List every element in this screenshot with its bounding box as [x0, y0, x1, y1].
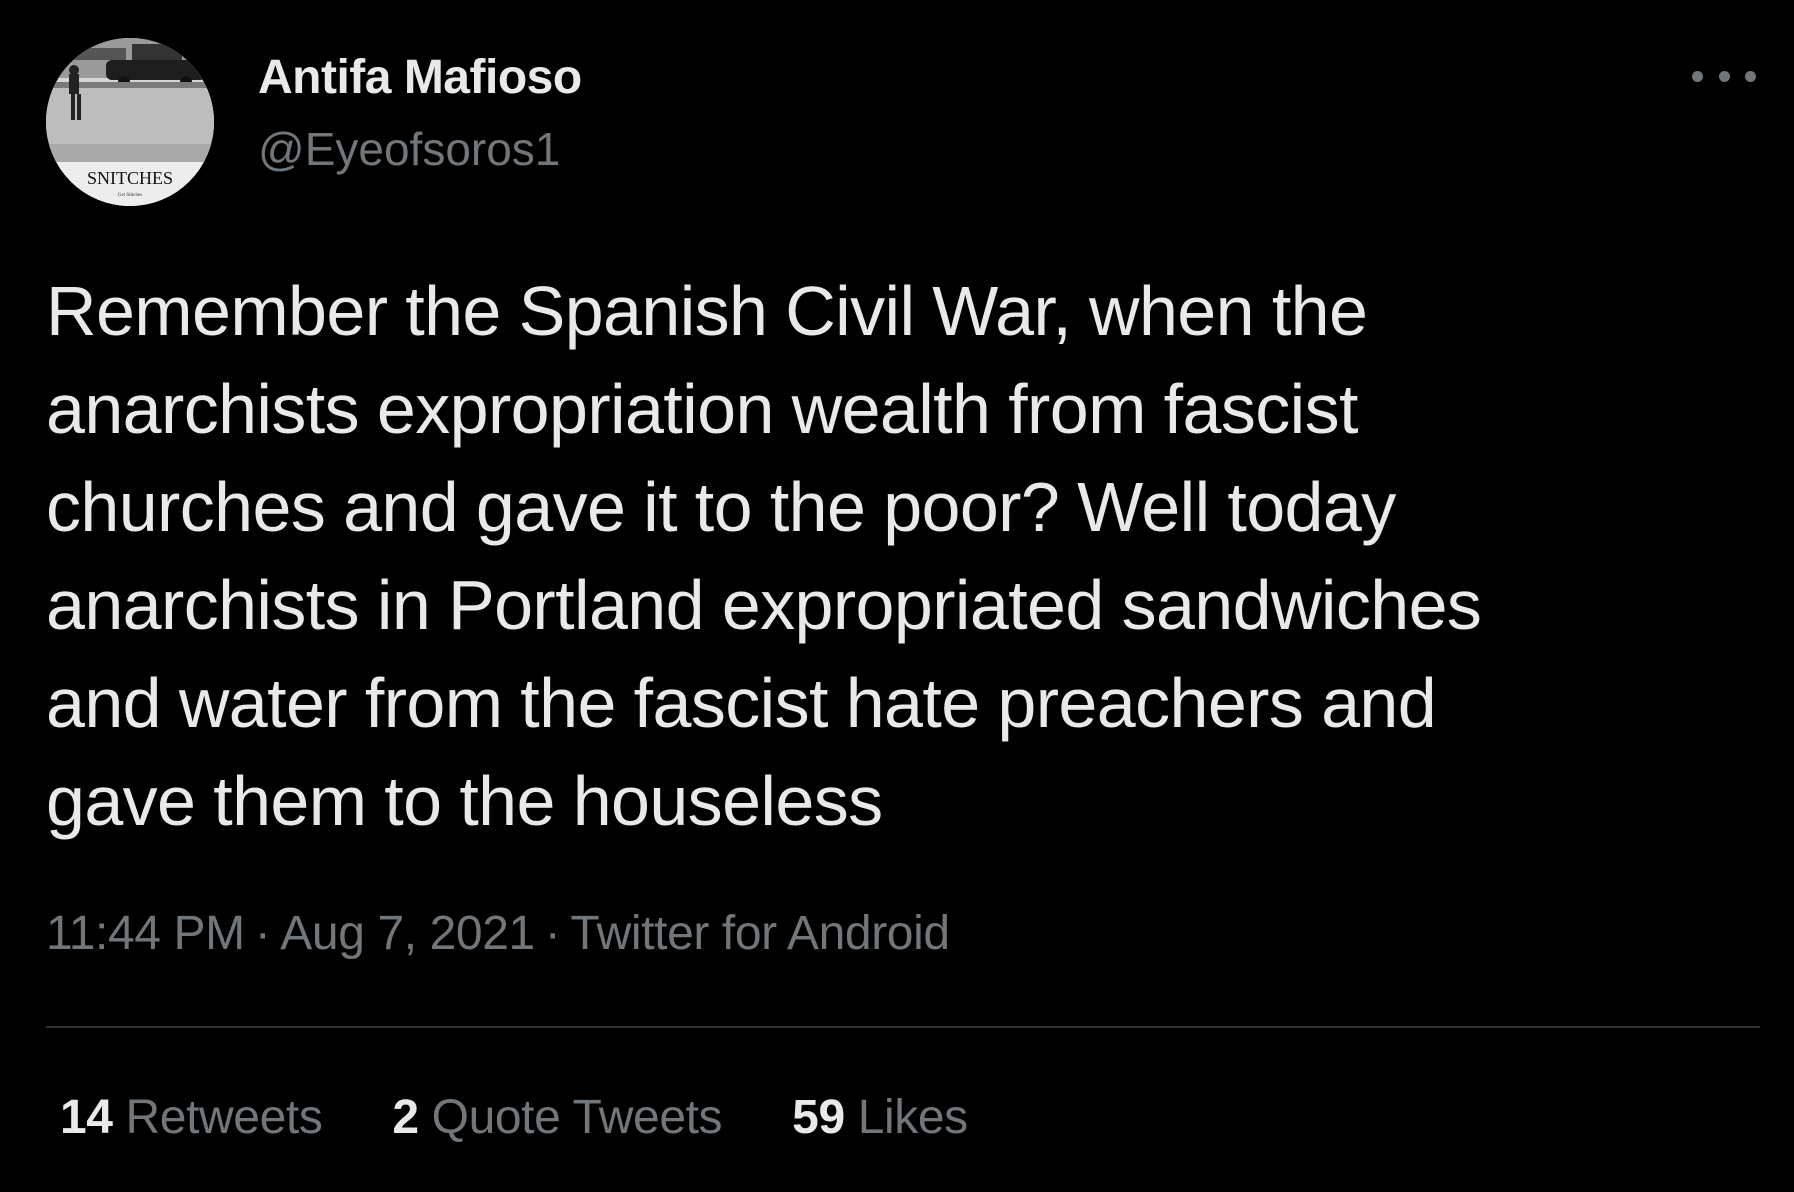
retweets-count: 14 [60, 1091, 113, 1144]
quote-tweets-label: Quote Tweets [431, 1091, 723, 1144]
display-name[interactable]: Antifa Mafioso [258, 50, 582, 105]
tweet-text: Remember the Spanish Civil War, when the… [46, 262, 1726, 850]
avatar[interactable]: SNITCHES Get Stitches [46, 38, 214, 206]
avatar-subcaption: Get Stitches [118, 193, 142, 198]
tweet-text-line: churches and gave it to the poor? Well t… [46, 468, 1396, 546]
user-handle[interactable]: @Eyeofsoros1 [258, 122, 560, 176]
quote-tweets-stat[interactable]: 2 Quote Tweets [392, 1090, 722, 1145]
divider [46, 1026, 1760, 1028]
tweet-text-line: gave them to the houseless [46, 762, 883, 840]
tweet-detail: SNITCHES Get Stitches Antifa Mafioso @Ey… [0, 0, 1794, 1192]
tweet-text-line: anarchists in Portland expropriated sand… [46, 566, 1482, 644]
likes-count: 59 [792, 1091, 845, 1144]
meta-separator: · [254, 907, 271, 960]
avatar-image: SNITCHES Get Stitches [46, 38, 214, 206]
tweet-time[interactable]: 11:44 PM [46, 907, 245, 960]
more-dot [1745, 70, 1756, 82]
quote-tweets-count: 2 [392, 1091, 419, 1144]
meta-separator: · [544, 907, 561, 960]
engagement-stats: 14 Retweets 2 Quote Tweets 59 Likes [60, 1090, 1038, 1145]
retweets-stat[interactable]: 14 Retweets [60, 1090, 323, 1145]
tweet-text-line: Remember the Spanish Civil War, when the [46, 272, 1368, 350]
retweets-label: Retweets [125, 1091, 323, 1144]
avatar-caption: SNITCHES [87, 168, 173, 188]
likes-stat[interactable]: 59 Likes [792, 1090, 968, 1145]
more-dot [1692, 70, 1703, 82]
tweet-date[interactable]: Aug 7, 2021 [280, 907, 535, 960]
tweet-metadata: 11:44 PM · Aug 7, 2021 · Twitter for Android [46, 906, 950, 961]
tweet-text-line: anarchists expropriation wealth from fas… [46, 370, 1358, 448]
more-dot [1718, 70, 1730, 82]
tweet-source[interactable]: Twitter for Android [570, 907, 950, 960]
more-options-icon[interactable] [1692, 56, 1756, 96]
tweet-text-line: and water from the fascist hate preacher… [46, 664, 1437, 742]
likes-label: Likes [857, 1091, 968, 1144]
